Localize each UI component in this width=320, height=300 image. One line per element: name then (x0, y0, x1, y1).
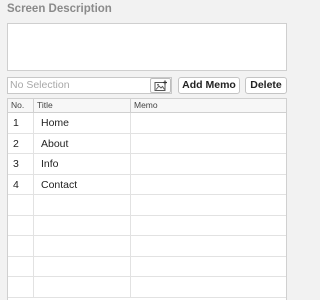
row-memo (131, 236, 286, 256)
row-memo (131, 154, 286, 174)
row-number (8, 195, 34, 215)
row-memo (131, 175, 286, 195)
memo-table: No. Title Memo 1 Home 2 About 3 Info 4 Contact (7, 98, 287, 300)
row-memo (131, 113, 286, 133)
row-title (34, 236, 131, 256)
row-memo (131, 277, 286, 297)
table-row[interactable] (8, 256, 286, 277)
selection-field[interactable]: No Selection (7, 77, 172, 94)
row-title (34, 277, 131, 297)
table-row[interactable]: 4 Contact (8, 174, 286, 195)
row-title: Home (34, 113, 131, 133)
add-memo-button[interactable]: Add Memo (178, 77, 240, 94)
table-row[interactable] (8, 277, 286, 298)
row-title (34, 215, 131, 236)
row-number: 2 (8, 133, 34, 154)
table-row[interactable]: 2 About (8, 133, 286, 154)
row-number (8, 215, 34, 236)
row-number: 3 (8, 154, 34, 174)
column-header-no[interactable]: No. (8, 99, 34, 112)
row-number: 4 (8, 174, 34, 195)
table-row[interactable] (8, 195, 286, 216)
row-title: About (34, 133, 131, 154)
column-header-title[interactable]: Title (34, 99, 131, 112)
delete-button[interactable]: Delete (245, 77, 287, 94)
table-row[interactable]: 1 Home (8, 113, 286, 134)
row-memo (131, 134, 286, 154)
row-title: Contact (34, 174, 131, 195)
image-add-icon (154, 80, 167, 91)
table-row[interactable] (8, 215, 286, 236)
row-number (8, 277, 34, 297)
row-number (8, 256, 34, 277)
table-row[interactable] (8, 236, 286, 257)
row-memo (131, 216, 286, 236)
column-header-memo[interactable]: Memo (131, 99, 286, 112)
row-title: Info (34, 154, 131, 174)
memo-toolbar: No Selection Add Memo Delete (7, 77, 287, 94)
row-memo (131, 195, 286, 215)
table-header: No. Title Memo (8, 99, 286, 113)
row-number (8, 236, 34, 256)
add-image-button[interactable] (150, 78, 171, 93)
row-memo (131, 257, 286, 277)
row-title (34, 195, 131, 215)
table-body: 1 Home 2 About 3 Info 4 Contact (8, 113, 286, 298)
section-title: Screen Description (7, 3, 112, 15)
table-row[interactable]: 3 Info (8, 154, 286, 175)
row-title (34, 256, 131, 277)
row-number: 1 (8, 113, 34, 133)
screen-description-field[interactable] (7, 23, 287, 71)
